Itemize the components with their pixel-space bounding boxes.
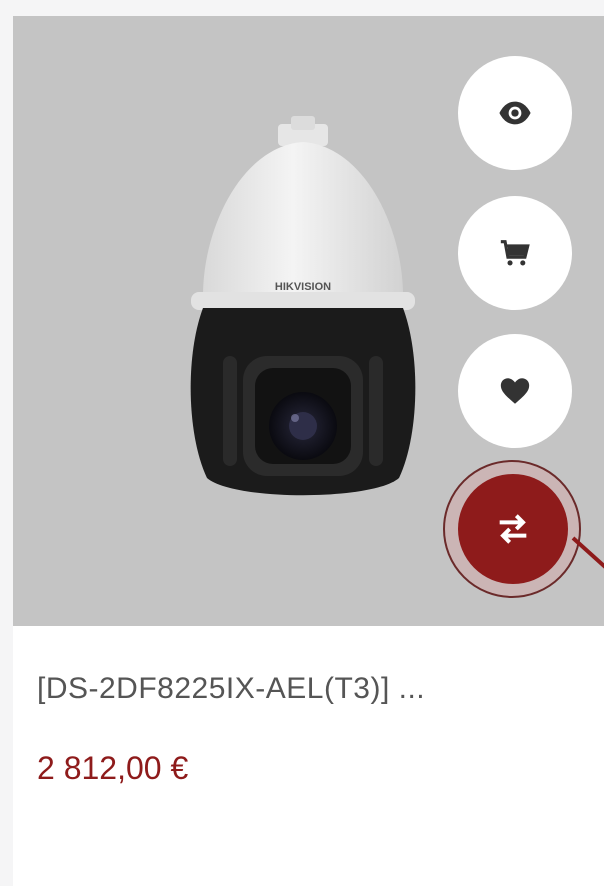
- swap-arrows-icon: [499, 514, 527, 544]
- product-price: 2 812,00 €: [37, 750, 189, 786]
- compare-button[interactable]: [458, 474, 568, 584]
- product-image-area[interactable]: HIKVISION: [13, 16, 604, 626]
- brand-logo: HIKVISION: [275, 281, 331, 293]
- heart-icon: [500, 378, 530, 404]
- product-image[interactable]: HIKVISION: [163, 106, 433, 526]
- eye-icon: [499, 101, 531, 125]
- add-to-cart-button[interactable]: [458, 196, 572, 310]
- cursor-pointer-line: [571, 536, 604, 580]
- quick-view-button[interactable]: [458, 56, 572, 170]
- product-card[interactable]: HIKVISION [DS-2DF8225IX-AEL(T3)] ... 2 8…: [13, 16, 604, 886]
- cart-icon: [500, 240, 530, 266]
- wishlist-button[interactable]: [458, 334, 572, 448]
- product-title[interactable]: [DS-2DF8225IX-AEL(T3)] ...: [37, 672, 597, 706]
